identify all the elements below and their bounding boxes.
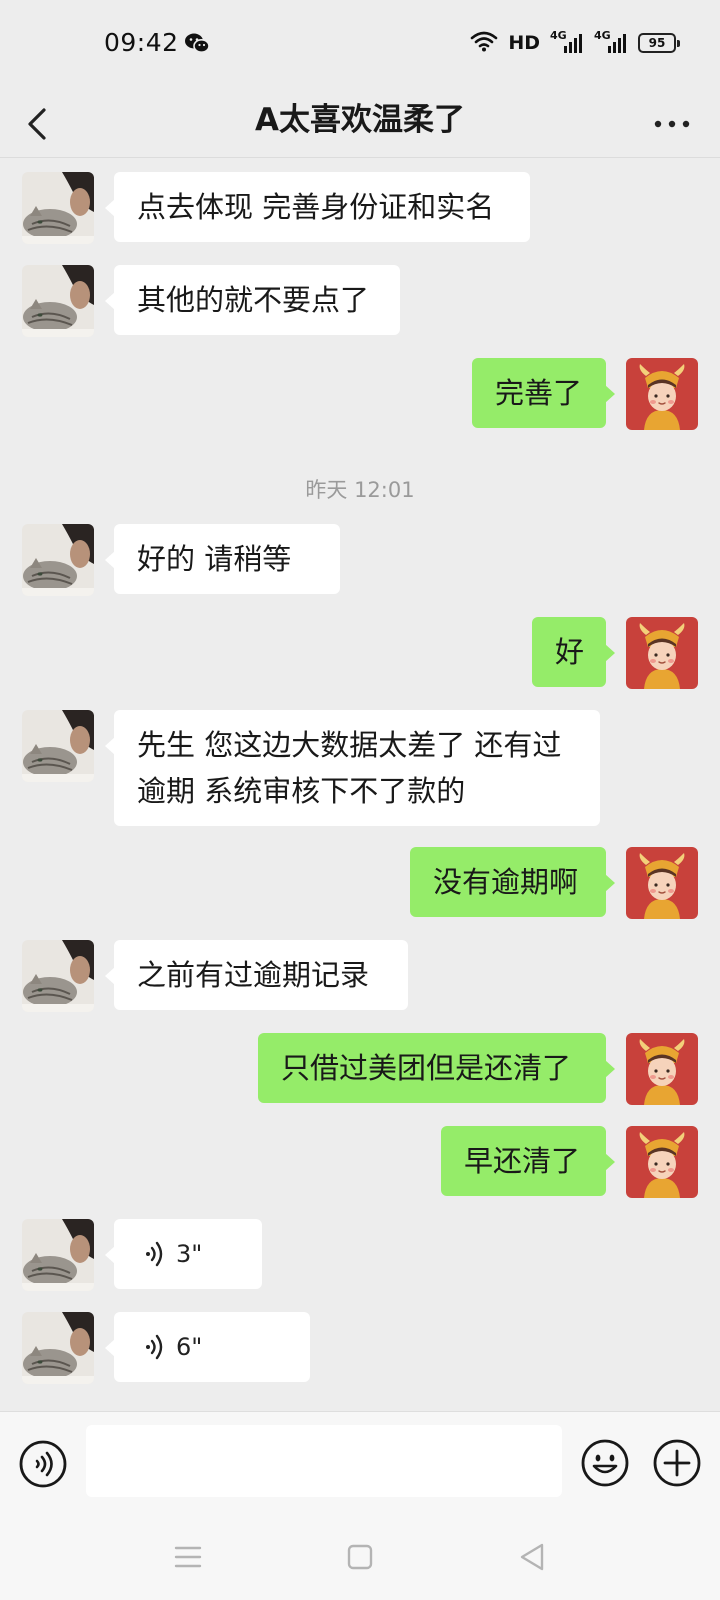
plus-button[interactable] bbox=[652, 1438, 702, 1488]
menu-nav-button[interactable] bbox=[168, 1537, 208, 1577]
voice-duration: 6" bbox=[176, 1333, 203, 1361]
message-input[interactable] bbox=[86, 1425, 562, 1497]
voice-message-icon bbox=[146, 1334, 163, 1360]
battery-icon: 95 bbox=[638, 33, 680, 53]
message-timestamp: 昨天 12:01 bbox=[305, 478, 415, 502]
menu-icon bbox=[174, 1546, 202, 1568]
wifi-icon bbox=[470, 30, 498, 56]
contact-avatar[interactable] bbox=[22, 172, 94, 244]
message-list[interactable]: 昨天 12:01 点去体现 完善身份证和实名 其他的就不要点了完善了好的 请稍等好… bbox=[0, 159, 720, 1411]
voice-message-icon bbox=[146, 1241, 163, 1267]
emoji-icon bbox=[581, 1439, 629, 1487]
message-bubble[interactable]: 完善了 bbox=[472, 358, 615, 428]
message-bubble[interactable]: 只借过美团但是还清了 bbox=[258, 1033, 615, 1103]
home-icon bbox=[347, 1544, 373, 1570]
message-bubble[interactable]: 好的 请稍等 bbox=[105, 524, 340, 594]
contact-avatar[interactable] bbox=[22, 710, 94, 782]
message-bubble[interactable]: 没有逾期啊 bbox=[410, 847, 615, 917]
contact-avatar[interactable] bbox=[22, 1312, 94, 1384]
wechat-notification-icon bbox=[184, 32, 210, 58]
contact-avatar[interactable] bbox=[22, 940, 94, 1012]
voice-input-button[interactable] bbox=[18, 1439, 68, 1489]
voice-input-icon bbox=[19, 1440, 67, 1488]
my-avatar[interactable] bbox=[626, 358, 698, 430]
cell-signal-icon: 4G bbox=[550, 29, 584, 55]
contact-avatar[interactable] bbox=[22, 1219, 94, 1291]
message-bubble[interactable]: 之前有过逾期记录 bbox=[105, 940, 408, 1010]
chat-header: A太喜欢温柔了 bbox=[0, 90, 720, 158]
cell-signal-icon: 4G bbox=[594, 29, 628, 55]
contact-avatar[interactable] bbox=[22, 265, 94, 337]
message-bubble[interactable]: 点去体现 完善身份证和实名 bbox=[105, 172, 530, 242]
back-icon bbox=[520, 1543, 544, 1571]
emoji-button[interactable] bbox=[580, 1438, 630, 1488]
status-time: 09:42 bbox=[104, 28, 179, 57]
my-avatar[interactable] bbox=[626, 1126, 698, 1198]
battery-level: 95 bbox=[648, 36, 666, 50]
plus-icon bbox=[653, 1439, 701, 1487]
page-title: A太喜欢温柔了 bbox=[255, 102, 465, 138]
message-bubble[interactable]: 先生 您这边大数据太差了 还有过逾期 系统审核下不了款的 bbox=[105, 710, 600, 826]
hd-indicator: HD bbox=[508, 32, 540, 54]
message-bubble[interactable]: 其他的就不要点了 bbox=[105, 265, 400, 335]
home-nav-button[interactable] bbox=[340, 1537, 380, 1577]
more-dots-icon bbox=[654, 120, 690, 128]
system-nav-bar bbox=[0, 1517, 720, 1600]
input-bar bbox=[0, 1411, 720, 1517]
more-button[interactable] bbox=[648, 102, 696, 146]
message-bubble[interactable]: 好 bbox=[532, 617, 615, 687]
status-bar: 09:42 HD 4G 4G 95 bbox=[0, 0, 720, 90]
my-avatar[interactable] bbox=[626, 1033, 698, 1105]
message-bubble[interactable]: 早还清了 bbox=[441, 1126, 615, 1196]
my-avatar[interactable] bbox=[626, 847, 698, 919]
voice-message-bubble[interactable]: 6" bbox=[105, 1312, 310, 1382]
voice-duration: 3" bbox=[176, 1240, 203, 1268]
back-nav-button[interactable] bbox=[512, 1537, 552, 1577]
contact-avatar[interactable] bbox=[22, 524, 94, 596]
my-avatar[interactable] bbox=[626, 617, 698, 689]
voice-message-bubble[interactable]: 3" bbox=[105, 1219, 262, 1289]
